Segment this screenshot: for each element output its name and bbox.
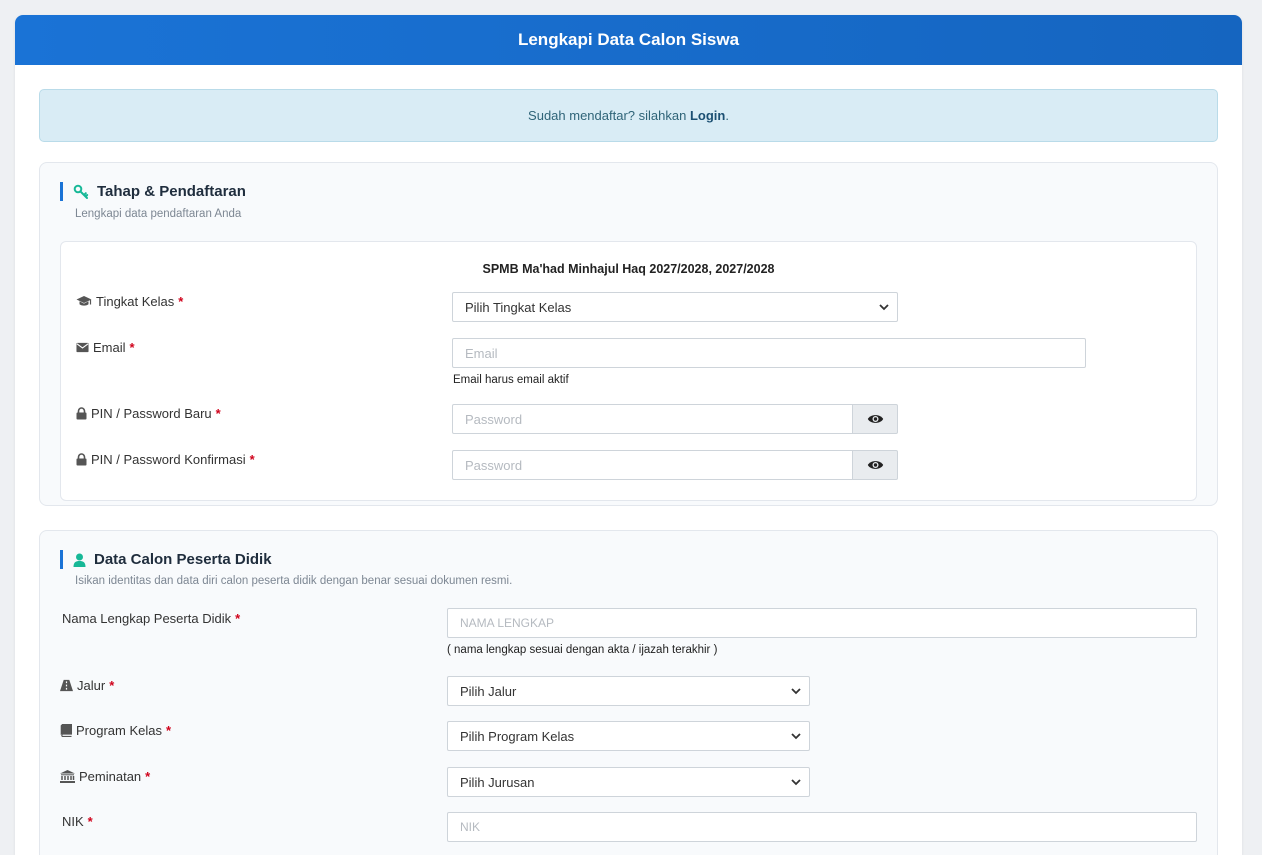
user-icon (73, 553, 86, 567)
pin-confirm-label: PIN / Password Konfirmasi * (76, 452, 255, 467)
login-link[interactable]: Login (690, 108, 725, 123)
nik-label-text: NIK (62, 814, 84, 829)
student-data-section: Data Calon Peserta Didik Isikan identita… (39, 530, 1218, 855)
nama-lengkap-input[interactable] (447, 608, 1197, 638)
program-kelas-label-text: Program Kelas (76, 723, 162, 738)
page-title: Lengkapi Data Calon Siswa (517, 30, 740, 49)
section-title-student: Data Calon Peserta Didik (60, 550, 272, 569)
eye-icon (867, 461, 883, 469)
jalur-select-wrap: Pilih Jalur (447, 676, 810, 706)
section-subtitle: Isikan identitas dan data diri calon pes… (75, 575, 513, 587)
registration-section: Tahap & Pendaftaran Lengkapi data pendaf… (39, 162, 1218, 506)
lock-icon (76, 453, 87, 466)
peminatan-select-wrap: Pilih Jurusan (447, 767, 810, 797)
registration-form-panel: SPMB Ma'had Minhajul Haq 2027/2028, 2027… (60, 241, 1197, 501)
pin-password-input[interactable] (452, 404, 853, 434)
tingkat-kelas-select-wrap: Pilih Tingkat Kelas (452, 292, 898, 322)
tingkat-kelas-text: Tingkat Kelas (96, 294, 175, 309)
jalur-label: Jalur * (60, 678, 114, 693)
section-title-text: Data Calon Peserta Didik (94, 551, 272, 568)
pin-label: PIN / Password Baru * (76, 406, 221, 421)
alert-suffix: . (725, 108, 729, 123)
email-help-text: Email harus email aktif (453, 374, 569, 386)
required-mark: * (109, 678, 115, 693)
section-title-text: Tahap & Pendaftaran (97, 183, 246, 200)
period-title: SPMB Ma'had Minhajul Haq 2027/2028, 2027… (482, 262, 775, 276)
required-mark: * (249, 452, 255, 467)
program-kelas-select-wrap: Pilih Program Kelas (447, 721, 810, 751)
required-mark: * (235, 611, 241, 626)
jalur-select[interactable]: Pilih Jalur (447, 676, 810, 706)
lock-icon (76, 407, 87, 420)
required-mark: * (129, 340, 135, 355)
jalur-label-text: Jalur (77, 678, 106, 693)
peminatan-label: Peminatan * (60, 769, 150, 784)
pin-confirm-password-input[interactable] (452, 450, 853, 480)
eye-icon (867, 415, 883, 423)
peminatan-select[interactable]: Pilih Jurusan (447, 767, 810, 797)
tingkat-kelas-select[interactable]: Pilih Tingkat Kelas (452, 292, 898, 322)
login-alert: Sudah mendaftar? silahkan Login. (39, 89, 1218, 142)
show-confirm-password-button[interactable] (853, 450, 898, 480)
show-password-button[interactable] (853, 404, 898, 434)
alert-text: Sudah mendaftar? silahkan (528, 108, 690, 123)
nik-input[interactable] (447, 812, 1197, 842)
required-mark: * (165, 723, 172, 738)
registration-card: Lengkapi Data Calon Siswa Sudah mendafta… (15, 15, 1242, 855)
nik-label: NIK * (62, 814, 93, 829)
section-subtitle: Lengkapi data pendaftaran Anda (75, 208, 242, 220)
nama-lengkap-label: Nama Lengkap Peserta Didik * (62, 611, 240, 626)
email-input[interactable] (452, 338, 1086, 368)
program-kelas-select[interactable]: Pilih Program Kelas (447, 721, 810, 751)
pin-label-text: PIN / Password Baru (91, 406, 212, 421)
required-mark: * (178, 294, 184, 309)
graduation-cap-icon (76, 296, 92, 306)
email-label-text: Email (93, 340, 126, 355)
email-label: Email * (76, 340, 135, 355)
institution-icon (60, 770, 75, 783)
nama-lengkap-help: ( nama lengkap sesuai dengan akta / ijaz… (447, 644, 718, 656)
book-icon (60, 724, 72, 737)
nama-lengkap-label-text: Nama Lengkap Peserta Didik (62, 611, 232, 626)
pin-confirm-label-text: PIN / Password Konfirmasi (91, 452, 246, 467)
required-mark: * (215, 406, 221, 421)
card-header: Lengkapi Data Calon Siswa (15, 15, 1242, 65)
section-title-registration: Tahap & Pendaftaran (60, 182, 246, 201)
road-icon (60, 679, 73, 692)
peminatan-label-text: Peminatan (79, 769, 142, 784)
tingkat-kelas-label: Tingkat Kelas * (76, 294, 183, 309)
envelope-icon (76, 342, 89, 353)
program-kelas-label: Program Kelas * (60, 723, 171, 738)
required-mark: * (145, 769, 151, 784)
required-mark: * (87, 814, 93, 829)
key-icon (73, 184, 89, 199)
